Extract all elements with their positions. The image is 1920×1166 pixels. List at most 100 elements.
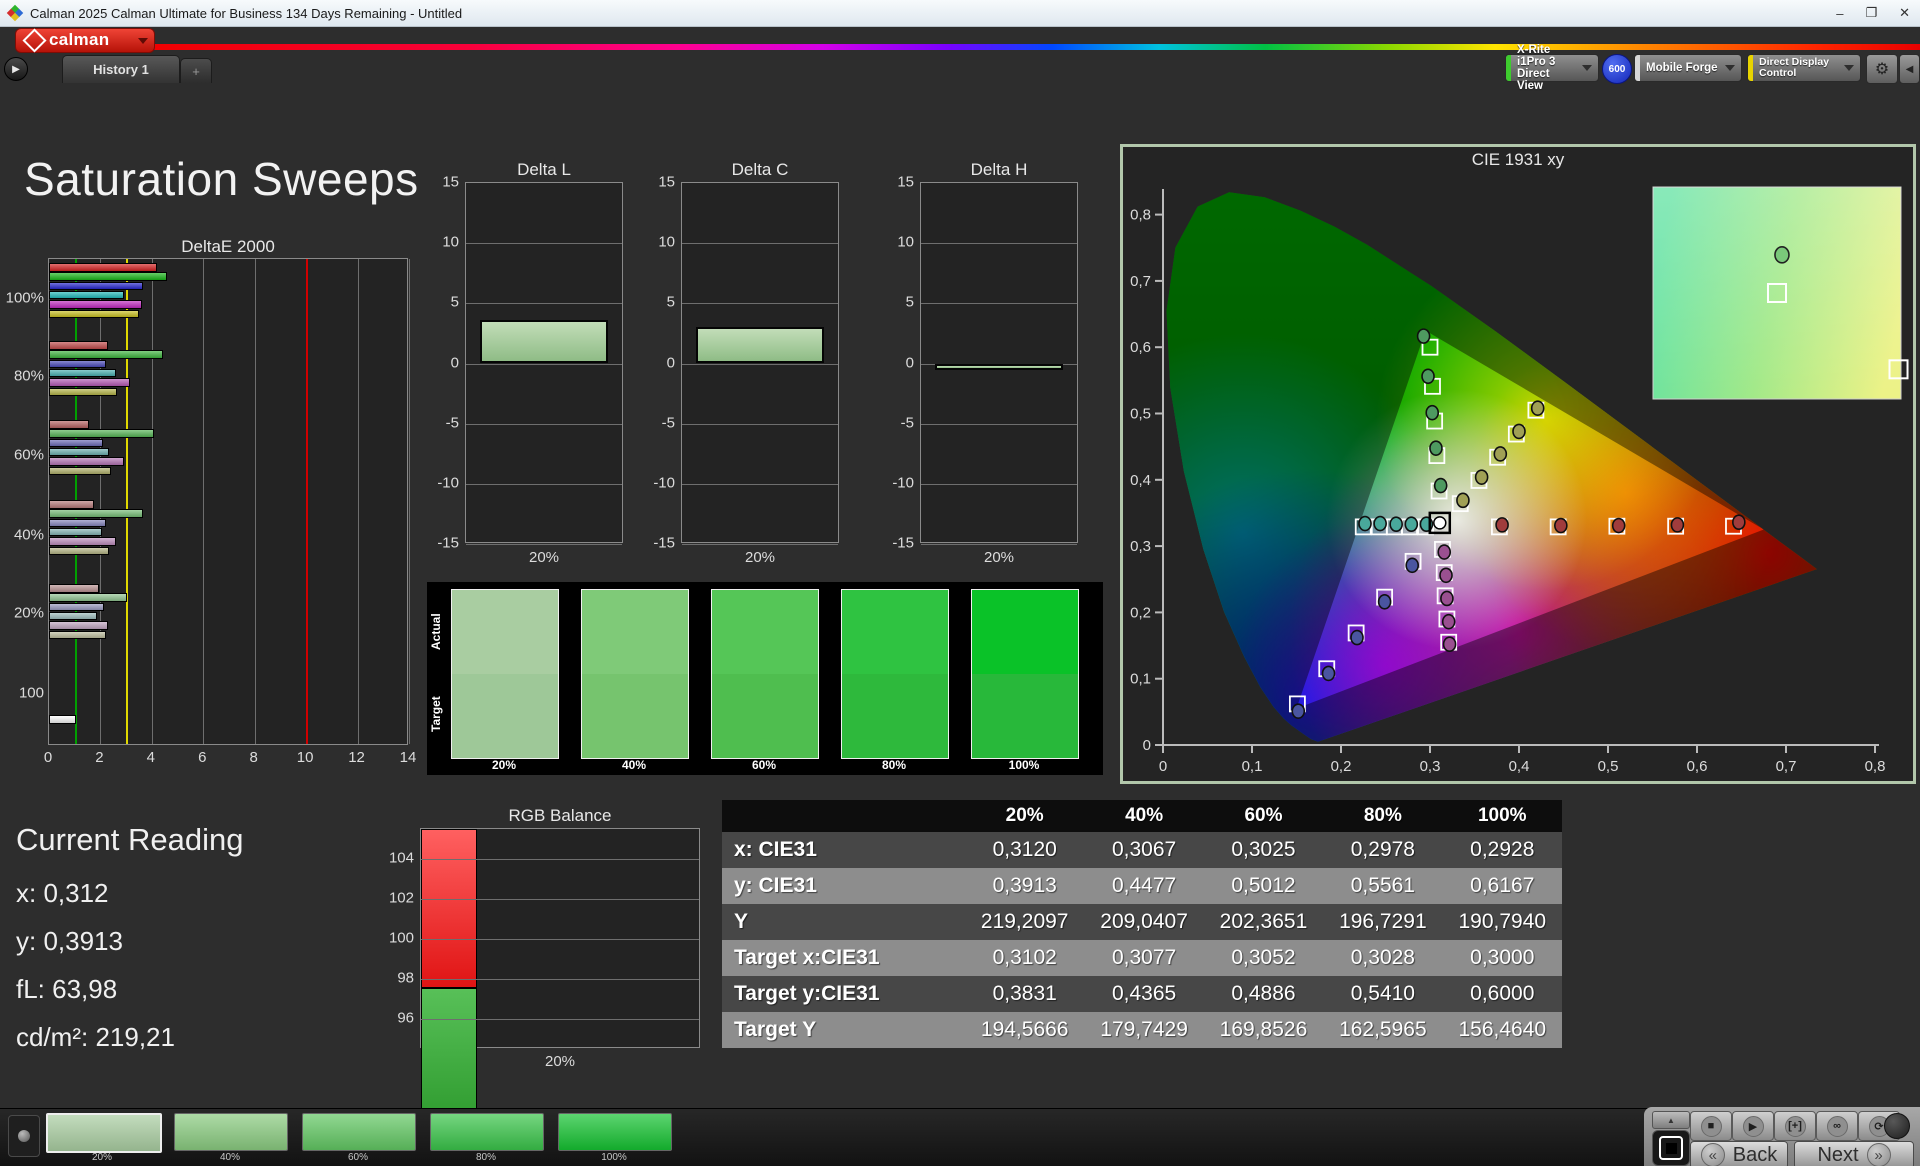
swatch-column <box>841 589 949 759</box>
bottom-bar: 20% 40% 60% 80% 100% ▲ ■ ▶ [+] ∞ ⟳ « Back Next » <box>0 1107 1920 1166</box>
svg-text:0,1: 0,1 <box>1130 671 1151 688</box>
target-swatch <box>972 674 1078 758</box>
mini-chart-y-label: -5 <box>900 414 914 432</box>
chevron-up-icon: ▲ <box>1667 1115 1675 1125</box>
svg-text:0,5: 0,5 <box>1598 758 1619 775</box>
meter-dropdown[interactable]: X-Rite i1Pro 3 Direct View <box>1505 44 1599 92</box>
target-row-label: Target <box>429 696 443 732</box>
actual-swatch <box>712 590 818 674</box>
mini-chart-title: Delta H <box>970 160 1028 179</box>
table-row: x: CIE31 0,3120 0,3067 0,3025 0,2978 0,2928 <box>722 832 1562 868</box>
deltae-bar <box>49 611 97 621</box>
table-header: 60% <box>1203 800 1324 832</box>
calman-menu-button[interactable]: calman <box>15 28 155 53</box>
deltae-bar <box>49 447 110 457</box>
current-reading-line: cd/m²: 219,21 <box>16 1022 175 1052</box>
chevron-down-icon <box>1582 65 1592 71</box>
patch-button-20%[interactable] <box>46 1113 162 1153</box>
maximize-button[interactable]: ❐ <box>1865 5 1877 21</box>
deltae-x-label: 4 <box>146 749 156 766</box>
mini-chart-x-label: 20% <box>983 549 1015 566</box>
patch-button-80%[interactable] <box>430 1113 544 1151</box>
reference-line <box>126 259 129 744</box>
rgb-y-label: 96 <box>397 1009 414 1027</box>
workflow-dropdown[interactable]: Mobile Forge <box>1634 54 1742 82</box>
saturation-swatch-panel: Actual Target 20% 40% 60% 80% 100% <box>427 582 1103 775</box>
swatch-column <box>451 589 559 759</box>
red-measured-marker <box>1495 517 1509 533</box>
cyan-measured-marker <box>1373 515 1387 532</box>
patch-button-60%[interactable] <box>302 1113 416 1151</box>
add-tab-button[interactable]: + <box>180 58 212 83</box>
deltae-x-label: 0 <box>43 749 53 766</box>
mini-chart-y-label: 0 <box>450 354 459 371</box>
gridline <box>466 423 622 425</box>
magenta-measured-marker <box>1440 590 1454 607</box>
rgb-y-label: 104 <box>388 849 414 867</box>
blue-measured-marker <box>1377 593 1392 610</box>
loop-icon: ∞ <box>1826 1115 1848 1137</box>
gridline <box>466 363 622 365</box>
continuous-read-button[interactable]: [+] <box>1774 1111 1816 1141</box>
stop-button[interactable]: ■ <box>1690 1111 1732 1141</box>
mini-chart-y-label: -10 <box>653 474 675 492</box>
chevron-down-icon <box>1725 65 1735 71</box>
mini-chart-y-label: 15 <box>897 173 914 191</box>
patch-button-label: 60% <box>347 1152 368 1163</box>
patch-button-40%[interactable] <box>174 1113 288 1151</box>
gridline <box>421 979 699 980</box>
magenta-measured-marker <box>1441 613 1456 630</box>
mini-chart-y-label: 0 <box>905 354 914 371</box>
stop-icon: ■ <box>1700 1115 1722 1137</box>
expand-tray-button[interactable]: ▲ <box>1652 1111 1690 1129</box>
page-title: Saturation Sweeps <box>24 153 419 205</box>
loop-button[interactable]: ∞ <box>1816 1111 1858 1141</box>
gridline <box>682 423 838 425</box>
deltae-y-label: 60% <box>13 446 44 464</box>
deltae-bar <box>49 350 164 359</box>
deltae-bar <box>49 621 109 630</box>
deltae-bar <box>49 281 143 291</box>
mini-chart-x-label: 20% <box>528 549 560 566</box>
mini-chart-y-label: 15 <box>442 173 459 191</box>
minimize-button[interactable]: – <box>1836 6 1843 21</box>
deltae-x-label: 10 <box>296 749 314 766</box>
display-control-dropdown[interactable]: Direct Display Control <box>1747 54 1861 82</box>
calman-window: Calman 2025 Calman Ultimate for Business… <box>0 0 1920 1166</box>
panel-expand-button[interactable]: ▶ <box>4 57 28 81</box>
play-icon: ▶ <box>12 63 20 75</box>
svg-text:0,6: 0,6 <box>1130 339 1151 356</box>
play-button[interactable]: ▶ <box>1732 1111 1774 1141</box>
swatch-label: 40% <box>621 758 647 772</box>
table-row: Target y:CIE31 0,3831 0,4365 0,4886 0,5410 0,… <box>722 976 1562 1012</box>
deltae-bar <box>49 546 110 556</box>
deltae-bar <box>49 509 143 518</box>
actual-swatch <box>582 590 688 674</box>
deltae-y-label: 100% <box>5 289 44 307</box>
patch-button-label: 100% <box>601 1152 627 1163</box>
next-button[interactable]: Next » <box>1794 1141 1914 1166</box>
deltae-bar <box>49 438 103 448</box>
back-button[interactable]: « Back <box>1690 1141 1788 1166</box>
continuous-read-icon: [+] <box>1784 1115 1806 1137</box>
tab-history[interactable]: History 1 <box>62 55 180 83</box>
patch-button-label: 40% <box>219 1152 240 1163</box>
pattern-icon <box>1659 1136 1683 1160</box>
close-button[interactable]: ✕ <box>1899 5 1910 21</box>
collapse-panel-button[interactable]: ◀ <box>1899 54 1920 84</box>
reference-line <box>306 259 309 744</box>
chevron-double-right-icon: » <box>1866 1143 1891 1166</box>
svg-text:0,4: 0,4 <box>1509 758 1530 775</box>
rgb-balance-title: RGB Balance <box>508 806 612 825</box>
meter-indicator-button[interactable] <box>8 1115 40 1157</box>
settings-button[interactable]: ⚙ <box>1866 54 1898 84</box>
deltae-bar <box>49 527 102 537</box>
mini-chart-y-label: 10 <box>442 233 459 251</box>
gridline <box>921 243 1077 245</box>
pattern-window-button[interactable] <box>1652 1130 1690 1166</box>
deltae-bar <box>49 341 109 350</box>
gridline <box>421 939 699 940</box>
deltae-bar <box>49 378 130 387</box>
patch-button-100%[interactable] <box>558 1113 672 1151</box>
exposure-badge[interactable]: 600 <box>1602 54 1632 84</box>
